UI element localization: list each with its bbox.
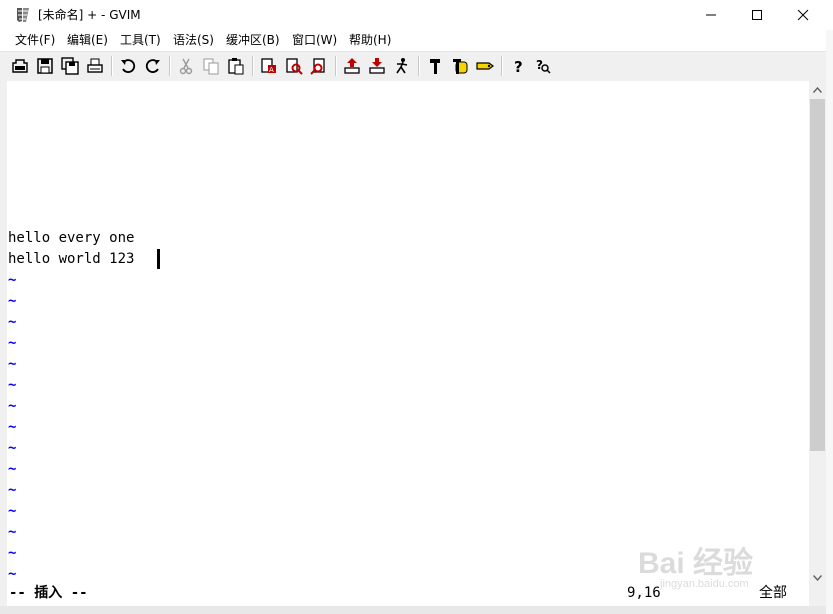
empty-line-tilde: ~ — [8, 356, 17, 372]
minimize-icon — [706, 14, 716, 16]
load-session-button[interactable] — [341, 55, 363, 77]
empty-line-tilde: ~ — [8, 440, 17, 456]
run-script-icon — [396, 58, 408, 74]
scrollbar-thumb[interactable] — [810, 99, 825, 451]
toolbar-separator — [418, 56, 420, 76]
empty-line-tilde: ~ — [8, 461, 17, 477]
text-line[interactable]: hello world 123 — [8, 249, 134, 270]
shell-button[interactable] — [449, 55, 471, 77]
save-button[interactable] — [34, 55, 56, 77]
scroll-up-button[interactable] — [809, 81, 826, 98]
find-help-button[interactable]: ? — [532, 55, 554, 77]
close-button[interactable] — [780, 0, 826, 30]
print-button[interactable] — [84, 55, 106, 77]
paste-button[interactable] — [225, 55, 247, 77]
toolbar: A ? ? — [0, 52, 833, 80]
gvim-app-icon[interactable] — [14, 6, 32, 24]
empty-line-tilde: ~ — [8, 545, 17, 561]
watermark-logo-text: Bai 经验 — [638, 547, 754, 580]
vertical-scrollbar[interactable] — [809, 81, 826, 586]
run-script-button[interactable] — [391, 55, 413, 77]
toolbar-separator — [252, 56, 254, 76]
find-prev-button[interactable] — [308, 55, 330, 77]
maximize-button[interactable] — [734, 0, 780, 30]
undo-button[interactable] — [117, 55, 139, 77]
empty-line-tilde: ~ — [8, 419, 17, 435]
toolbar-separator — [169, 56, 171, 76]
open-icon — [12, 59, 28, 73]
find-next-button[interactable] — [283, 55, 305, 77]
maximize-icon — [752, 10, 762, 20]
copy-button[interactable] — [200, 55, 222, 77]
menu-syntax[interactable]: 语法(S) — [173, 30, 214, 51]
menu-file[interactable]: 文件(F) — [15, 30, 55, 51]
title-bar[interactable]: [未命名] + - GVIM — [0, 0, 833, 30]
save-icon — [37, 58, 53, 74]
empty-line-tilde: ~ — [8, 335, 17, 351]
empty-line-tilde: ~ — [8, 524, 17, 540]
undo-icon — [121, 59, 136, 73]
empty-line-tilde: ~ — [8, 398, 17, 414]
toolbar-separator — [335, 56, 337, 76]
help-icon: ? — [514, 58, 523, 75]
close-icon — [797, 9, 809, 21]
menu-buffers[interactable]: 缓冲区(B) — [226, 30, 280, 51]
find-next-icon — [286, 58, 303, 75]
replace-icon: A — [261, 58, 276, 74]
chevron-up-icon — [813, 86, 822, 93]
menu-tools[interactable]: 工具(T) — [120, 30, 161, 51]
empty-line-tilde: ~ — [8, 503, 17, 519]
menu-window[interactable]: 窗口(W) — [292, 30, 337, 51]
shell-icon — [453, 59, 468, 74]
cut-icon — [179, 58, 193, 75]
save-session-button[interactable] — [366, 55, 388, 77]
toolbar-separator — [501, 56, 503, 76]
window-title: [未命名] + - GVIM — [38, 8, 141, 22]
scroll-down-button[interactable] — [809, 569, 826, 586]
find-prev-icon — [310, 58, 325, 75]
ctags-button[interactable] — [474, 55, 496, 77]
print-icon — [87, 58, 103, 73]
redo-button[interactable] — [142, 55, 164, 77]
svg-text:A: A — [269, 66, 274, 74]
gvim-window: [未命名] + - GVIM 文件(F) 编辑(E) 工具(T) 语法(S) 缓… — [0, 0, 833, 614]
menu-help[interactable]: 帮助(H) — [349, 30, 391, 51]
redo-icon — [145, 59, 160, 73]
mode-indicator: -- 插入 -- — [9, 585, 88, 601]
save-session-icon — [369, 58, 385, 74]
ctags-icon — [476, 62, 494, 70]
baidu-jingyan-watermark: Bai 经验 jingyan.baidu.com — [638, 520, 798, 600]
menu-edit[interactable]: 编辑(E) — [67, 30, 108, 51]
menu-bar: 文件(F) 编辑(E) 工具(T) 语法(S) 缓冲区(B) 窗口(W) 帮助(… — [0, 30, 833, 52]
empty-line-tilde: ~ — [8, 377, 17, 393]
empty-line-tilde: ~ — [8, 482, 17, 498]
find-help-icon: ? — [536, 58, 551, 74]
toolbar-separator — [111, 56, 113, 76]
background-window-edge — [826, 30, 833, 614]
minimize-button[interactable] — [688, 0, 734, 30]
load-session-icon — [344, 58, 360, 74]
make-button[interactable] — [424, 55, 446, 77]
window-bottom-edge — [0, 606, 826, 614]
help-button[interactable]: ? — [507, 55, 529, 77]
make-icon — [430, 59, 440, 74]
text-cursor — [157, 249, 160, 269]
empty-line-tilde: ~ — [8, 314, 17, 330]
svg-text:?: ? — [514, 58, 523, 75]
empty-line-tilde: ~ — [8, 293, 17, 309]
save-all-icon — [61, 57, 79, 75]
paste-icon — [228, 58, 244, 75]
copy-icon — [203, 58, 219, 75]
chevron-down-icon — [813, 574, 822, 581]
text-line[interactable]: hello every one — [8, 228, 134, 249]
replace-button[interactable]: A — [258, 55, 280, 77]
empty-line-tilde: ~ — [8, 272, 17, 288]
watermark-url: jingyan.baidu.com — [660, 578, 749, 590]
open-button[interactable] — [9, 55, 31, 77]
save-all-button[interactable] — [59, 55, 81, 77]
cut-button[interactable] — [175, 55, 197, 77]
